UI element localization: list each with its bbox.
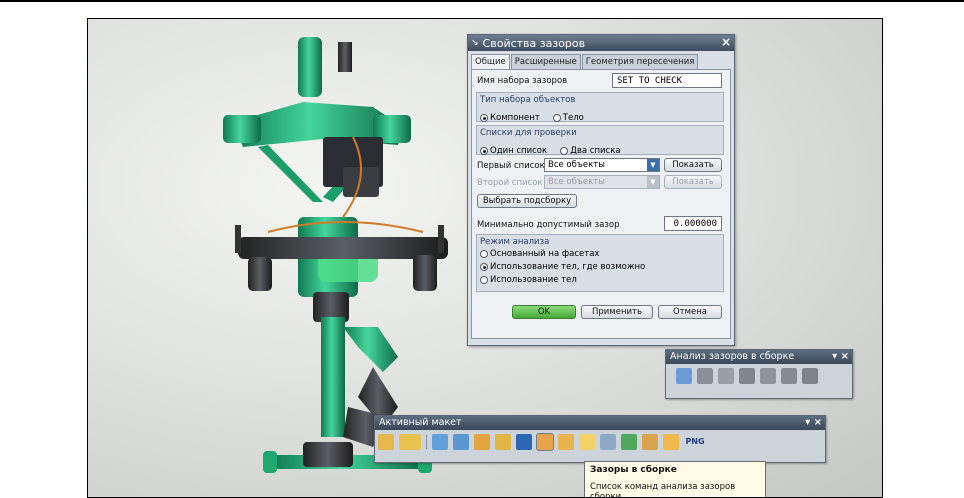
first-list-label: Первый список [477,161,545,171]
dialog-tabs: Общие Расширенные Геометрия пересечения [468,51,734,69]
radio-two-lists-label: Два списка [570,146,621,156]
radio-unchecked-icon [480,276,488,284]
set-name-label: Имя набора зазоров [477,76,568,86]
set-name-input[interactable]: SET TO CHECK [612,73,722,88]
toolbar-separator [426,435,427,449]
compare-icon[interactable] [760,368,776,384]
radio-use-bodies[interactable]: Использование тел [480,275,723,285]
ok-button[interactable]: OK [512,305,576,319]
toolbar-title: Анализ зазоров в сборке [670,351,795,362]
check-lists-group: Списки для проверки Один список Два спис… [476,125,724,156]
tab-panel-general: Имя набора зазоров SET TO CHECK Тип набо… [471,69,731,339]
toolbar-controls[interactable]: ▾ × [805,416,822,430]
radio-component[interactable]: Компонент [480,113,540,123]
interference-icon[interactable] [558,434,574,450]
radio-body-label: Тело [562,113,584,123]
radio-one-list[interactable]: Один список [480,146,547,156]
report-icon[interactable] [781,368,797,384]
explode-view-icon[interactable] [474,434,490,450]
chevron-down-icon[interactable]: ▼ [647,176,659,188]
object-type-group: Тип набора объектов Компонент Тело [476,92,724,123]
play-icon[interactable] [621,434,637,450]
close-icon[interactable]: × [721,35,731,49]
first-list-select[interactable]: Все объекты ▼ [544,158,660,172]
check-lists-title: Списки для проверки [480,128,577,138]
cancel-button[interactable]: Отмена [658,305,722,319]
top-rule [0,0,964,2]
dialog-titlebar[interactable]: ↘ Свойства зазоров × [468,35,734,51]
new-set-icon[interactable] [739,368,755,384]
radio-use-bodies-label: Использование тел [490,275,577,285]
radio-unchecked-icon [552,114,561,122]
clearance-set-icon[interactable] [676,368,692,384]
cad-viewport[interactable]: ↘ Свойства зазоров × Общие Расширенные Г… [87,18,883,498]
view-cube-icon[interactable] [600,434,616,450]
measure-distance-icon[interactable] [399,434,421,450]
radio-facet-based-label: Основанный на фасетах [490,249,600,259]
second-list-select[interactable]: Все объекты ▼ [544,175,660,189]
analysis-mode-title: Режим анализа [480,237,550,247]
assembly-navigator-icon[interactable] [378,434,394,450]
export-icon[interactable] [802,368,818,384]
toolbar-titlebar[interactable]: Активный макет ▾ × [375,416,825,430]
show-first-button[interactable]: Показать [664,158,722,172]
tooltip: Зазоры в сборке Список команд анализа за… [584,461,766,498]
radio-one-list-label: Один список [490,146,548,156]
first-list-value: Все объекты [548,160,605,170]
assembly-clearance-icon[interactable] [536,433,554,451]
tab-general[interactable]: Общие [471,54,510,69]
clip-plane-icon[interactable] [453,434,469,450]
radio-checked-icon [480,114,488,122]
second-list-label: Второй список [477,178,543,188]
tab-advanced[interactable]: Расширенные [510,54,581,69]
constraints-icon[interactable] [495,434,511,450]
tooltip-text: Список команд анализа зазоров сборки. [590,482,736,498]
min-clearance-label: Минимально допустимый зазор [477,220,620,230]
chevron-down-icon[interactable]: ▼ [647,159,659,171]
analysis-mode-group: Режим анализа Основанный на фасетах Испо… [476,234,724,292]
tooltip-title: Зазоры в сборке [590,465,677,475]
radio-unchecked-icon [480,250,488,258]
radio-checked-icon [480,263,488,271]
min-clearance-input[interactable]: 0.000000 [664,216,722,231]
clearance-properties-dialog: ↘ Свойства зазоров × Общие Расширенные Г… [467,34,735,346]
dialog-app-icon: ↘ [471,38,479,48]
package-icon[interactable] [663,434,679,450]
radio-checked-icon [480,147,488,155]
apply-button[interactable]: Применить [581,305,653,319]
show-second-button[interactable]: Показать [664,175,722,189]
second-list-value: Все объекты [548,177,605,187]
radio-body[interactable]: Тело [552,113,584,123]
toolbar-controls[interactable]: ▾ × [832,350,849,364]
tools-icon[interactable] [642,434,658,450]
png-export-icon[interactable]: PNG [684,434,706,450]
clearance-analysis-toolbar: Анализ зазоров в сборке ▾ × [665,349,853,399]
tab-intersection-geometry[interactable]: Геометрия пересечения [581,54,699,69]
radio-bodies-where-possible-label: Использование тел, где возможно [490,262,646,272]
edit-set-icon[interactable] [718,368,734,384]
highlight-components-icon[interactable] [579,434,595,450]
section-view-icon[interactable] [432,434,448,450]
radio-component-label: Компонент [490,113,540,123]
select-subassembly-button[interactable]: Выбрать подсборку [477,194,577,208]
dialog-title: Свойства зазоров [482,36,586,50]
toolbar-titlebar[interactable]: Анализ зазоров в сборке ▾ × [666,350,852,364]
toolbar-title: Активный макет [379,417,462,428]
radio-two-lists[interactable]: Два списка [560,146,621,156]
radio-facet-based[interactable]: Основанный на фасетах [480,249,723,259]
mirror-icon[interactable] [516,434,532,450]
radio-bodies-where-possible[interactable]: Использование тел, где возможно [480,262,723,272]
radio-unchecked-icon [560,147,569,155]
object-type-title: Тип набора объектов [480,95,576,105]
active-layout-toolbar: Активный макет ▾ × PNG [374,415,826,463]
run-analysis-icon[interactable] [697,368,713,384]
